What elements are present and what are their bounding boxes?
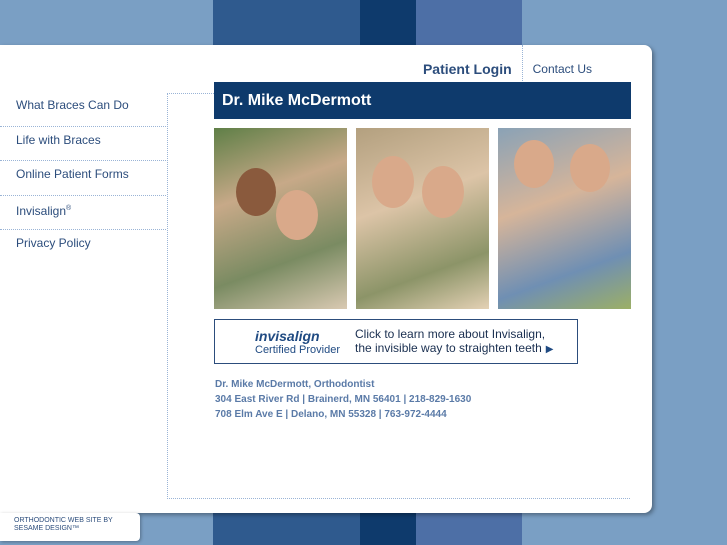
credit-line: SESAME DESIGN™ [14,525,79,532]
contact-us-link[interactable]: Contact Us [523,62,652,76]
nav-privacy-policy[interactable]: Privacy Policy [0,230,166,265]
nav-label: Privacy Policy [16,236,91,250]
invisalign-logo: invisalign Certified Provider [215,328,355,356]
nav-life-with-braces[interactable]: Life with Braces [0,127,166,161]
invisalign-banner[interactable]: invisalign Certified Provider Click to l… [214,319,578,364]
nav-what-braces-can-do[interactable]: What Braces Can Do [0,92,166,127]
banner-line-2: the invisible way to straighten teeth [355,340,542,355]
nav-label: What Braces Can Do [16,98,129,112]
banner-line-1: Click to learn more about Invisalign, [355,326,546,341]
nav-invisalign[interactable]: Invisalign® [0,196,166,230]
sesame-credit-link[interactable]: ORTHODONTIC WEB SITE BY SESAME DESIGN™ [0,513,140,541]
nav-label: Life with Braces [16,132,101,147]
invisalign-brand: invisalign [255,327,320,344]
nav-label: Online Patient Forms [16,167,129,181]
certified-provider: Certified Provider [255,343,340,356]
registered-mark: ® [66,204,72,212]
address-line: 708 Elm Ave E | Delano, MN 55328 | 763-9… [215,409,447,420]
nav-label: Invisalign [16,203,67,218]
banner-message: Click to learn more about Invisalign, th… [355,327,553,357]
side-nav: What Braces Can Do Life with Braces Onli… [0,92,166,265]
credit-line: ORTHODONTIC WEB SITE BY [14,517,113,524]
photo-kids [498,128,631,309]
page-title: Dr. Mike McDermott [214,82,631,119]
photo-couple [214,128,347,309]
play-arrow-icon: ▶ [545,343,554,355]
address-block: Dr. Mike McDermott, Orthodontist 304 Eas… [215,377,471,422]
nav-online-patient-forms[interactable]: Online Patient Forms [0,161,166,196]
photo-friends [356,128,489,309]
address-line: 304 East River Rd | Brainerd, MN 56401 |… [215,394,472,405]
address-line: Dr. Mike McDermott, Orthodontist [215,379,375,390]
